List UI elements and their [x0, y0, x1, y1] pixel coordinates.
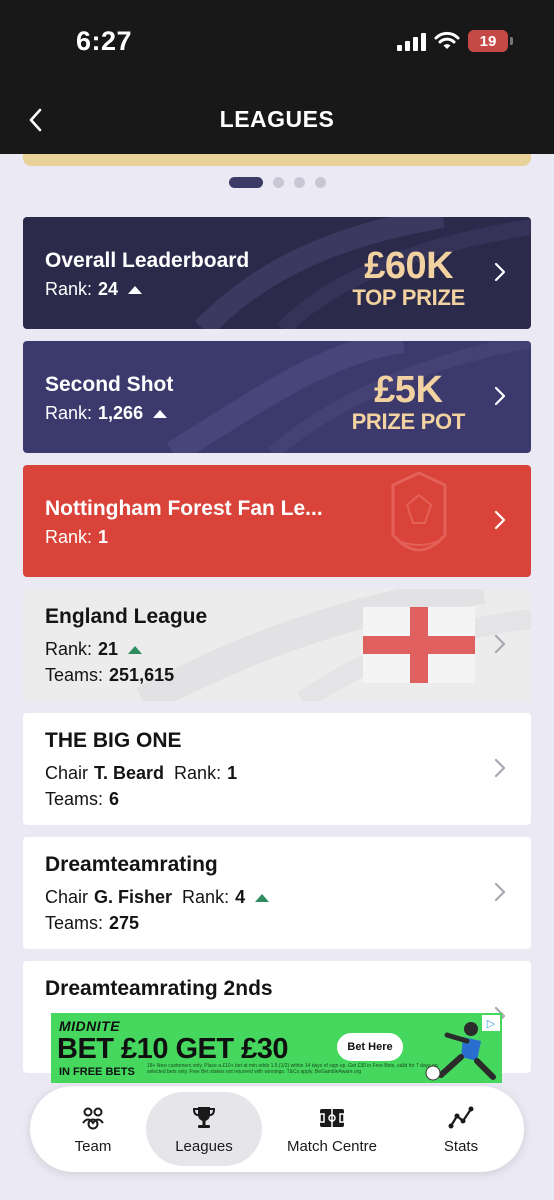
nav-label: Leagues — [175, 1137, 233, 1155]
prize-amount: £60K — [364, 245, 454, 287]
top-header: LEAGUES — [0, 86, 554, 154]
nav-label: Match Centre — [286, 1137, 378, 1155]
nav-label: Team — [74, 1137, 112, 1155]
trophy-icon — [192, 1106, 216, 1128]
chevron-right-icon — [494, 758, 506, 778]
chevron-right-icon — [494, 510, 506, 530]
league-rank: Rank: 24 — [45, 279, 143, 300]
nav-label: Stats — [443, 1137, 479, 1155]
carousel-banner[interactable] — [23, 154, 531, 166]
rank-up-icon — [128, 645, 143, 654]
status-time: 6:27 — [76, 26, 133, 56]
chevron-right-icon — [494, 882, 506, 902]
nav-tab-team[interactable]: Team — [46, 1092, 140, 1166]
carousel-dot-active[interactable] — [228, 177, 263, 188]
rank-label: Rank: — [182, 887, 230, 907]
league-card-the-big-one[interactable]: THE BIG ONE Chair T. Beard Rank: 1 Teams… — [23, 713, 531, 825]
league-teams: Teams: 251,615 — [45, 665, 174, 686]
chevron-right-icon — [494, 262, 506, 282]
chevron-right-icon — [494, 634, 506, 654]
rank-label: Rank: — [45, 403, 93, 423]
league-title: Dreamteamrating — [45, 853, 218, 876]
chair-value: G. Fisher — [94, 887, 173, 907]
rank-label: Rank: — [174, 763, 222, 783]
rank-up-icon — [128, 285, 143, 294]
ad-fine-print: 18+ New customers only. Place a £10+ bet… — [147, 1063, 438, 1075]
teams-label: Teams: — [45, 789, 104, 809]
pitch-icon — [319, 1108, 345, 1127]
england-flag-icon — [363, 607, 475, 683]
ad-banner[interactable]: MIDNITE BET £10 GET £30 IN FREE BETS Bet… — [51, 1013, 502, 1083]
league-card-dreamteamrating[interactable]: Dreamteamrating Chair G. Fisher Rank: 4 … — [23, 837, 531, 949]
rank-label: Rank: — [45, 639, 93, 659]
teams-value: 6 — [109, 789, 120, 809]
rank-value: 24 — [98, 279, 119, 299]
league-title: England League — [45, 605, 208, 628]
league-chair-rank: Chair G. Fisher Rank: 4 — [45, 887, 270, 908]
status-bar: 6:27 19 — [0, 0, 554, 86]
nav-tab-leagues[interactable]: Leagues — [146, 1092, 262, 1166]
rank-value: 1 — [98, 527, 109, 547]
prize-label: PRIZE POT — [351, 409, 466, 434]
nav-tab-stats[interactable]: Stats — [414, 1092, 508, 1166]
rank-up-icon — [153, 409, 168, 418]
prize-badge: £60K TOP PRIZE — [352, 247, 465, 309]
teams-value: 275 — [109, 913, 140, 933]
league-rank: Rank: 1,266 — [45, 403, 168, 424]
chevron-right-icon — [494, 386, 506, 406]
wifi-icon — [434, 31, 460, 49]
league-card-nottingham-forest[interactable]: Nottingham Forest Fan Le... Rank: 1 — [23, 465, 531, 577]
stats-icon — [448, 1106, 474, 1128]
league-title: THE BIG ONE — [45, 729, 182, 752]
rank-label: Rank: — [45, 279, 93, 299]
ad-brand: MIDNITE — [59, 1018, 121, 1034]
rank-value: 4 — [235, 887, 246, 907]
prize-badge: £5K PRIZE POT — [351, 369, 466, 434]
team-icon — [82, 1107, 104, 1129]
rank-up-icon — [255, 893, 270, 902]
league-title: Dreamteamrating 2nds — [45, 977, 273, 1000]
prize-amount: £5K — [374, 369, 443, 411]
battery-icon: 19 — [468, 30, 513, 52]
teams-value: 251,615 — [109, 665, 175, 685]
teams-label: Teams: — [45, 913, 104, 933]
chair-label: Chair — [45, 887, 89, 907]
rank-value: 1 — [227, 763, 238, 783]
chair-label: Chair — [45, 763, 89, 783]
carousel-pagination — [0, 177, 554, 188]
league-card-second-shot[interactable]: Second Shot Rank: 1,266 £5K PRIZE POT — [23, 341, 531, 453]
league-rank: Rank: 1 — [45, 527, 108, 548]
rank-value: 21 — [98, 639, 119, 659]
league-card-overall-leaderboard[interactable]: Overall Leaderboard Rank: 24 £60K TOP PR… — [23, 217, 531, 329]
league-rank: Rank: 21 — [45, 639, 143, 660]
teams-label: Teams: — [45, 665, 104, 685]
chair-value: T. Beard — [94, 763, 165, 783]
bottom-navigation: Team Leagues Match Centre Stats — [30, 1086, 524, 1172]
league-teams: Teams: 6 — [45, 789, 119, 810]
carousel-dot[interactable] — [314, 177, 326, 188]
league-teams: Teams: 275 — [45, 913, 139, 934]
prize-label: TOP PRIZE — [352, 285, 465, 310]
club-crest-watermark-icon — [391, 471, 447, 552]
ad-headline: BET £10 GET £30 — [57, 1033, 289, 1065]
status-icons: 19 — [397, 30, 513, 52]
league-title: Second Shot — [45, 373, 174, 396]
league-title: Nottingham Forest Fan Le... — [45, 497, 323, 520]
ad-subline: IN FREE BETS — [59, 1066, 135, 1078]
league-card-england[interactable]: England League Rank: 21 Teams: 251,615 — [23, 589, 531, 701]
battery-level: 19 — [479, 32, 497, 50]
nav-tab-match-centre[interactable]: Match Centre — [274, 1092, 390, 1166]
ad-choices-icon[interactable]: ▷ — [482, 1015, 500, 1031]
cellular-signal-icon — [397, 31, 426, 51]
rank-value: 1,266 — [98, 403, 144, 423]
carousel-dot[interactable] — [272, 177, 284, 188]
league-title: Overall Leaderboard — [45, 249, 250, 272]
rank-label: Rank: — [45, 527, 93, 547]
page-title: LEAGUES — [219, 106, 335, 132]
ad-bet-here-button[interactable]: Bet Here — [337, 1033, 403, 1061]
league-chair-rank: Chair T. Beard Rank: 1 — [45, 763, 237, 784]
carousel-dot[interactable] — [293, 177, 305, 188]
